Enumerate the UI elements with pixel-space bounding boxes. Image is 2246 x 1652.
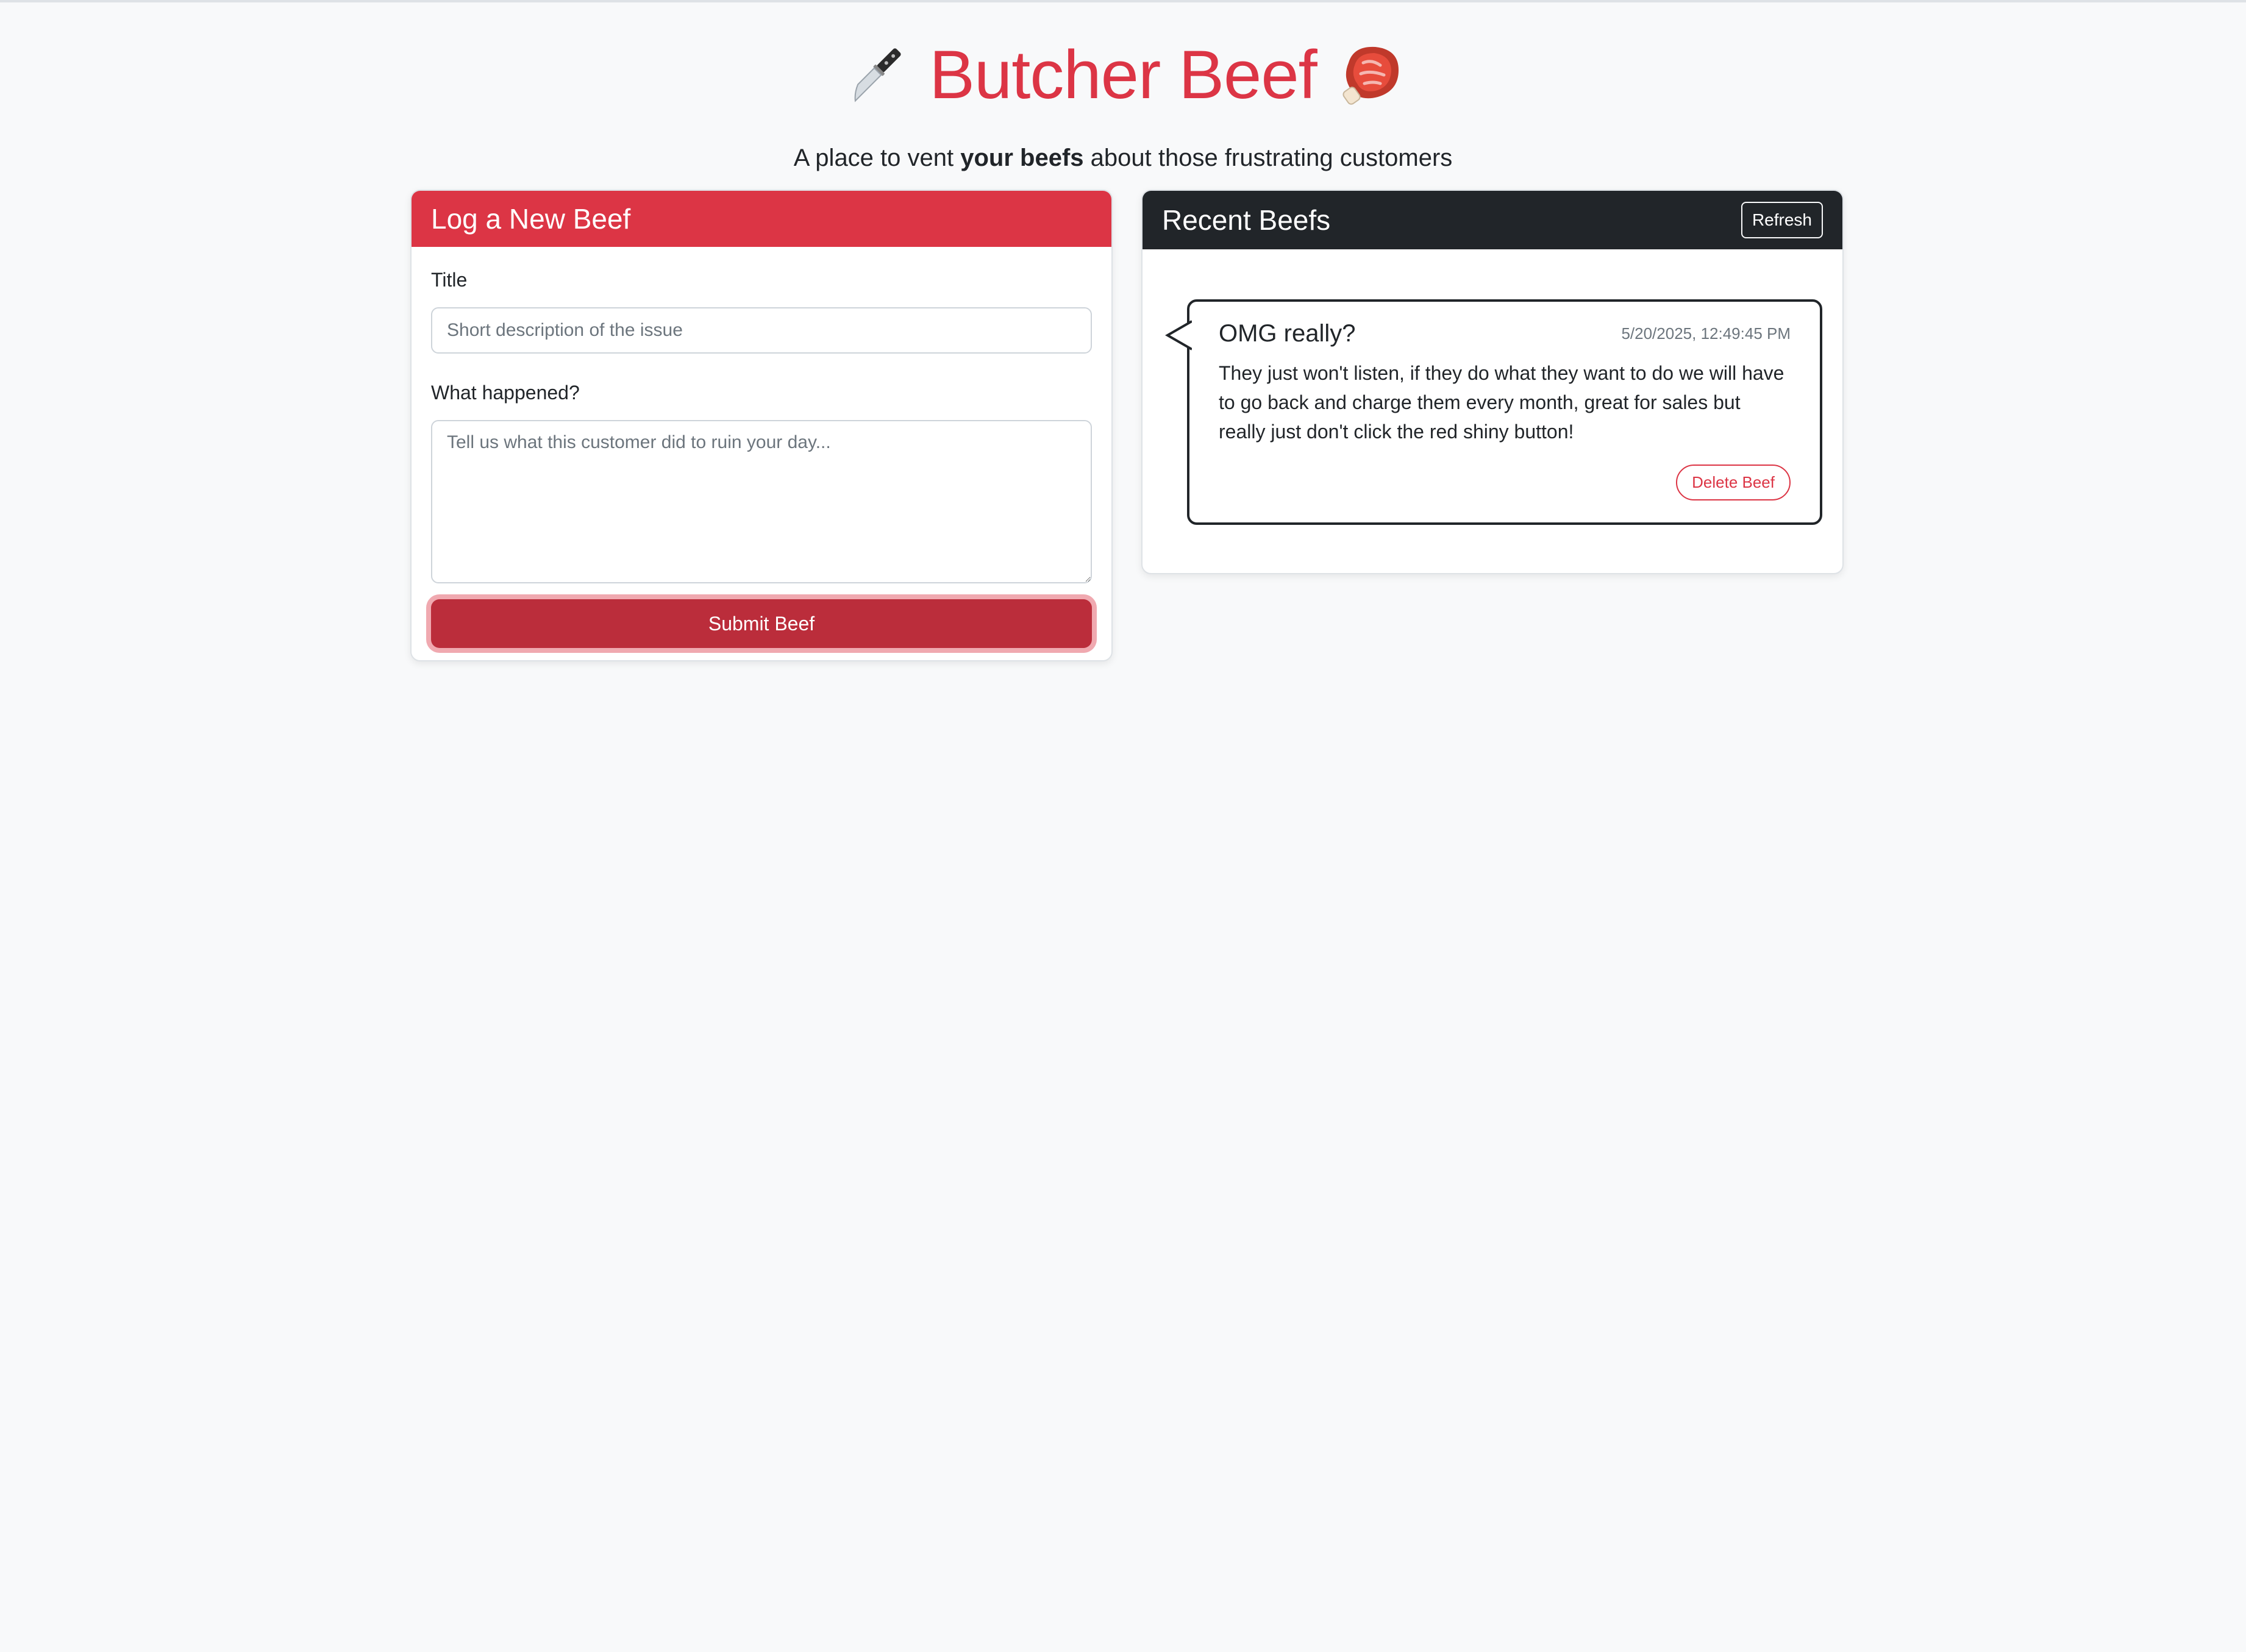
subtitle-suffix: about those frustrating customers [1083,144,1453,171]
subtitle-prefix: A place to vent [793,144,961,171]
title-row: Butcher Beef [0,24,2246,125]
beef-title: OMG really? [1219,320,1356,347]
top-border [0,0,2246,2]
refresh-button[interactable]: Refresh [1741,202,1823,238]
knife-icon [838,38,911,112]
recent-beefs-card-header: Recent Beefs Refresh [1143,191,1842,249]
description-label: What happened? [431,382,580,404]
new-beef-card: Log a New Beef Title What happened? Subm… [410,190,1113,661]
new-beef-form: Title What happened? Submit Beef [412,247,1111,648]
delete-beef-button[interactable]: Delete Beef [1676,465,1791,500]
beef-body: They just won't listen, if they do what … [1219,362,1784,443]
speech-bubble-tail [1165,320,1192,351]
description-textarea[interactable] [431,420,1092,583]
page-header: Butcher Beef A place to vent your beefs … [0,24,2246,172]
title-input[interactable] [431,307,1092,354]
app-title: Butcher Beef [929,37,1317,113]
submit-beef-button[interactable]: Submit Beef [431,599,1092,648]
recent-beefs-card-title: Recent Beefs [1162,204,1331,236]
title-label: Title [431,269,468,291]
meat-icon [1335,38,1408,112]
beef-timestamp: 5/20/2025, 12:49:45 PM [1621,324,1791,343]
new-beef-card-title: Log a New Beef [431,203,631,235]
recent-beefs-card: Recent Beefs Refresh OMG really? 5/20/20… [1141,190,1844,574]
beef-item-header: OMG really? 5/20/2025, 12:49:45 PM [1219,320,1791,347]
new-beef-card-header: Log a New Beef [412,191,1111,247]
beef-list: OMG really? 5/20/2025, 12:49:45 PM They … [1143,249,1842,573]
subtitle: A place to vent your beefs about those f… [0,144,2246,172]
beef-item: OMG really? 5/20/2025, 12:49:45 PM They … [1165,299,1822,525]
subtitle-emphasis: your beefs [960,144,1084,171]
